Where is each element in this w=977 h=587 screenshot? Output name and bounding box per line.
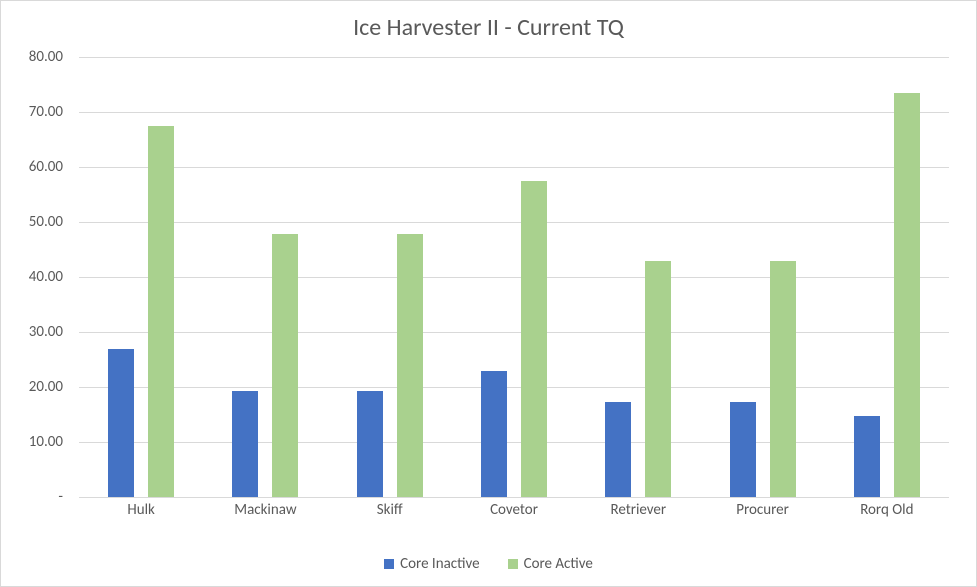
x-tick-label: Procurer [736, 501, 789, 519]
y-tick-label: 80.00 [3, 48, 63, 66]
legend-label: Core Active [524, 555, 593, 573]
bar [272, 234, 298, 497]
bar [397, 234, 423, 497]
bar [521, 181, 547, 497]
x-tick-label: Covetor [490, 501, 538, 519]
x-axis: Hulk Mackinaw Skiff Covetor Retriever Procure… [79, 501, 949, 525]
bar [357, 391, 383, 497]
bars-layer [79, 57, 949, 497]
bar [645, 261, 671, 498]
bar [481, 371, 507, 498]
plot-area [79, 57, 949, 497]
legend-swatch [384, 559, 394, 569]
chart-frame: Ice Harvester II - Current TQ - 10.00 20.0… [0, 0, 977, 587]
x-tick-label: Hulk [127, 501, 155, 519]
y-tick-label: 60.00 [3, 158, 63, 176]
legend-label: Core Inactive [400, 555, 479, 573]
x-tick-label: Mackinaw [234, 501, 296, 519]
y-tick-label: 40.00 [3, 268, 63, 286]
bar [148, 126, 174, 497]
x-tick-label: Retriever [610, 501, 666, 519]
x-tick-label: Rorq Old [860, 501, 913, 519]
y-tick-label: 10.00 [3, 433, 63, 451]
gridline [79, 497, 949, 498]
x-tick-label: Skiff [377, 501, 403, 519]
bar [770, 261, 796, 498]
chart-title: Ice Harvester II - Current TQ [1, 13, 976, 42]
legend-item: Core Active [508, 555, 593, 573]
bar [605, 402, 631, 497]
bar [232, 391, 258, 497]
y-tick-label: 20.00 [3, 378, 63, 396]
bar [108, 349, 134, 498]
y-tick-label: 50.00 [3, 213, 63, 231]
y-axis: -10.0020.0030.0040.0050.0060.0070.0080.0… [1, 57, 71, 497]
bar [854, 416, 880, 497]
legend-swatch [508, 559, 518, 569]
legend-item: Core Inactive [384, 555, 479, 573]
y-tick-label: 70.00 [3, 103, 63, 121]
bar [894, 93, 920, 497]
legend: Core Inactive Core Active [1, 555, 976, 574]
bar [730, 402, 756, 497]
y-tick-label: 30.00 [3, 323, 63, 341]
y-tick-label: - [3, 488, 63, 506]
